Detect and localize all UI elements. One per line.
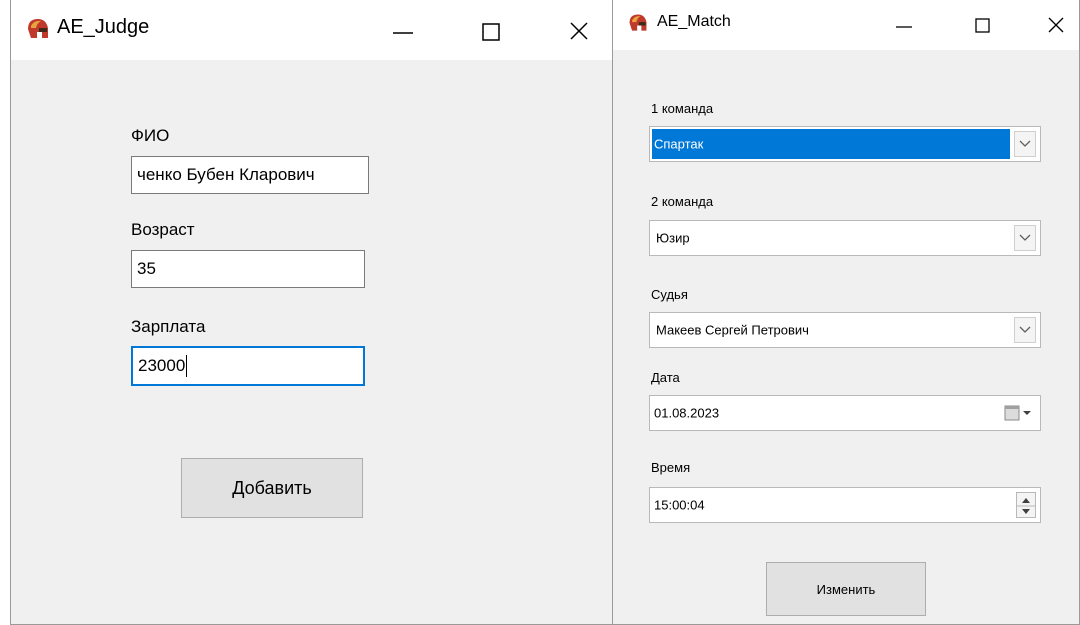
team2-value: Юзир <box>656 230 690 246</box>
match-minimize-button[interactable] <box>879 0 929 50</box>
age-label: Возраст <box>131 220 195 239</box>
date-picker[interactable]: 01.08.2023 <box>649 395 1041 431</box>
judge-window: AE_Judge ФИО ченко Бубен Кларович Возрас… <box>10 0 622 625</box>
match-titlebar[interactable]: AE_Match <box>613 0 1079 50</box>
chevron-down-icon <box>1019 234 1031 241</box>
judge-close-button[interactable] <box>551 0 607 60</box>
age-value: 35 <box>137 259 156 278</box>
chevron-down-icon <box>1019 326 1031 333</box>
minimize-icon <box>896 26 912 28</box>
time-value: 15:00:04 <box>654 497 705 513</box>
date-dropdown-button[interactable] <box>1004 403 1034 423</box>
fio-input[interactable]: ченко Бубен Кларович <box>131 156 369 194</box>
change-button[interactable]: Изменить <box>766 562 926 616</box>
team1-value: Спартак <box>654 136 704 152</box>
judge-dropdown-button[interactable] <box>1014 317 1036 343</box>
team1-combobox[interactable]: Спартак <box>649 126 1041 162</box>
judge-combobox[interactable]: Макеев Сергей Петрович <box>649 312 1041 348</box>
spin-arrows-icon <box>1017 498 1035 514</box>
match-window: AE_Match 1 команда Спартак 2 команда Юзи… <box>612 0 1080 625</box>
team2-dropdown-button[interactable] <box>1014 225 1036 251</box>
spartan-helmet-icon <box>629 14 647 31</box>
date-value: 01.08.2023 <box>654 405 720 421</box>
close-icon <box>570 22 588 40</box>
judge-title: AE_Judge <box>57 16 150 38</box>
minimize-icon <box>393 32 413 34</box>
chevron-down-icon <box>1019 140 1031 147</box>
date-label: Дата <box>651 370 680 385</box>
time-label: Время <box>651 460 691 475</box>
match-title: AE_Match <box>657 13 731 30</box>
judge-titlebar[interactable]: AE_Judge <box>11 0 621 60</box>
fio-value: ченко Бубен Кларович <box>137 165 315 184</box>
calendar-icon <box>1004 405 1031 421</box>
team1-label: 1 команда <box>651 101 714 116</box>
judge-minimize-button[interactable] <box>375 0 431 60</box>
add-button[interactable]: Добавить <box>181 458 363 518</box>
fio-label: ФИО <box>131 126 170 145</box>
match-maximize-button[interactable] <box>957 0 1007 50</box>
team1-dropdown-button[interactable] <box>1014 131 1036 157</box>
maximize-icon <box>975 18 990 33</box>
salary-input[interactable]: 23000 <box>131 346 365 386</box>
team2-label: 2 команда <box>651 194 714 209</box>
maximize-icon <box>482 23 500 41</box>
match-close-button[interactable] <box>1033 0 1079 50</box>
judge-value: Макеев Сергей Петрович <box>656 322 809 338</box>
age-input[interactable]: 35 <box>131 250 365 288</box>
team2-combobox[interactable]: Юзир <box>649 220 1041 256</box>
salary-value: 23000 <box>138 356 186 375</box>
team1-selection: Спартак <box>652 129 1010 159</box>
salary-label: Зарплата <box>131 317 206 336</box>
time-spin-buttons[interactable] <box>1016 492 1036 518</box>
judge-label: Судья <box>651 287 688 302</box>
spartan-helmet-icon <box>28 19 48 38</box>
close-icon <box>1048 17 1064 33</box>
time-editor[interactable]: 15:00:04 <box>649 487 1041 523</box>
judge-maximize-button[interactable] <box>463 0 519 60</box>
text-caret <box>186 355 188 377</box>
